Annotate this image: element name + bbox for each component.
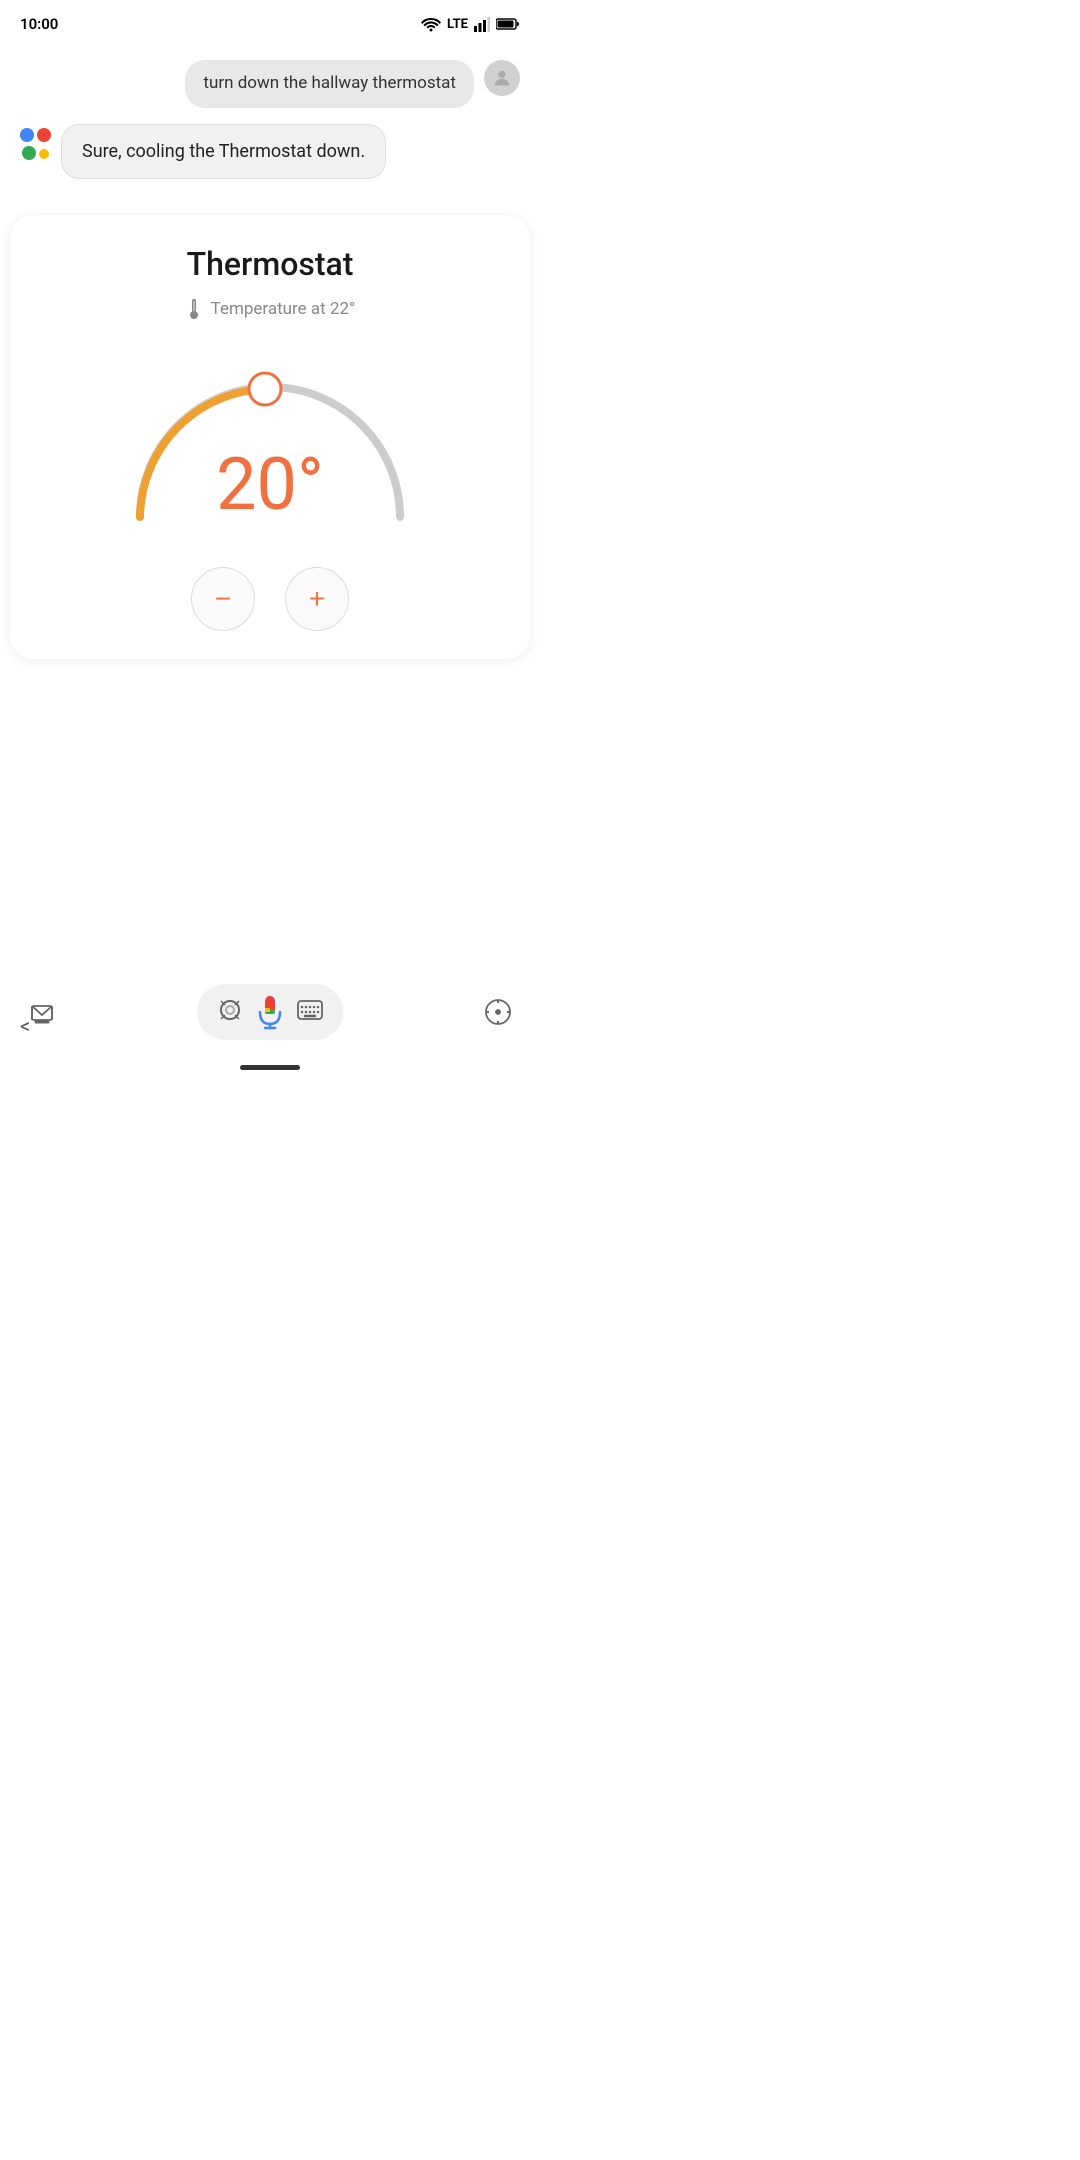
wifi-icon bbox=[421, 16, 441, 32]
increase-button[interactable]: + bbox=[285, 567, 349, 631]
status-icons: LTE bbox=[421, 16, 520, 32]
keyboard-icon[interactable] bbox=[297, 999, 323, 1025]
avatar-icon bbox=[491, 67, 513, 89]
assistant-message-row: Sure, cooling the Thermostat down. bbox=[20, 124, 520, 179]
home-indicator[interactable] bbox=[240, 1065, 300, 1070]
signal-icon bbox=[474, 16, 490, 32]
status-bar: 10:00 LTE bbox=[0, 0, 540, 44]
battery-icon bbox=[496, 17, 520, 31]
lte-label: LTE bbox=[447, 17, 468, 32]
lens-icon[interactable] bbox=[217, 997, 243, 1027]
thermometer-icon bbox=[185, 297, 203, 321]
status-time: 10:00 bbox=[20, 15, 58, 33]
assistant-bubble: Sure, cooling the Thermostat down. bbox=[61, 124, 386, 179]
mic-pill[interactable] bbox=[197, 984, 343, 1040]
chat-area: turn down the hallway thermostat Sure, c… bbox=[0, 44, 540, 215]
temperature-label-row: Temperature at 22° bbox=[185, 297, 356, 321]
decrease-button[interactable]: − bbox=[191, 567, 255, 631]
microphone-icon[interactable] bbox=[255, 994, 285, 1030]
dot-yellow bbox=[39, 149, 49, 159]
back-button[interactable]: < bbox=[20, 1014, 30, 1038]
controls-row: − + bbox=[191, 567, 349, 631]
temperature-label: Temperature at 22° bbox=[211, 299, 356, 319]
google-assistant-icon bbox=[20, 124, 51, 160]
dot-green bbox=[22, 146, 36, 160]
assistant-message-text: Sure, cooling the Thermostat down. bbox=[82, 141, 365, 162]
temperature-display: 20° bbox=[216, 442, 324, 527]
user-message-text: turn down the hallway thermostat bbox=[203, 73, 456, 93]
user-bubble: turn down the hallway thermostat bbox=[185, 60, 474, 108]
user-message-row: turn down the hallway thermostat bbox=[20, 60, 520, 108]
thermostat-title: Thermostat bbox=[187, 245, 354, 283]
bottom-nav bbox=[0, 984, 540, 1040]
dot-blue bbox=[20, 128, 34, 142]
user-avatar bbox=[484, 60, 520, 96]
thermostat-dial[interactable]: 20° bbox=[110, 337, 430, 537]
thermostat-card: Thermostat Temperature at 22° 20° − + bbox=[10, 215, 530, 659]
compass-icon[interactable] bbox=[476, 990, 520, 1034]
dot-red bbox=[37, 128, 51, 142]
